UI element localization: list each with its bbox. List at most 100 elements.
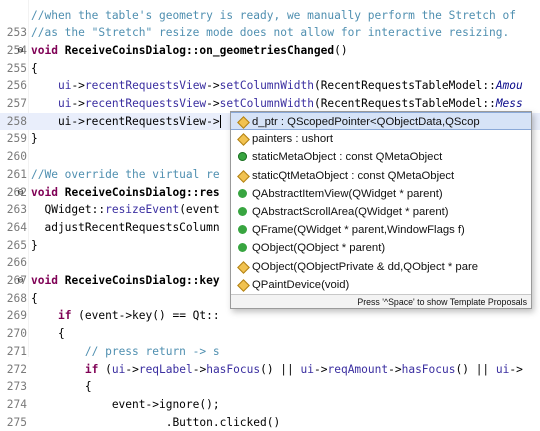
code-token: -> [509, 362, 523, 376]
code-token: reqAmount [327, 362, 389, 376]
completion-item[interactable]: QPaintDevice(void) [231, 276, 531, 294]
code-token: event->ignore(); [31, 397, 220, 411]
line-number: 256 [6, 79, 27, 93]
code-line[interactable]: 272 if (ui->reqLabel->hasFocus() || ui->… [0, 361, 540, 379]
completion-item[interactable]: QAbstractItemView(QWidget * parent) [231, 185, 531, 203]
code-line[interactable]: //when the table's geometry is ready, we… [0, 7, 540, 25]
code-text[interactable]: if (ui->reqLabel->hasFocus() || ui->reqA… [31, 361, 523, 379]
code-text[interactable]: ui->recentRequestsView-> [31, 113, 221, 131]
code-text[interactable]: adjustRecentRequestsColumn [31, 219, 219, 237]
code-text[interactable]: } [31, 130, 38, 148]
line-number: 268 [6, 291, 27, 305]
line-number: 264 [6, 220, 27, 234]
static-public-member-icon [238, 152, 247, 162]
completion-item[interactable]: staticQtMetaObject : const QMetaObject [231, 167, 531, 185]
line-number: 269 [6, 309, 27, 323]
code-token: ( [98, 362, 112, 376]
public-method-icon [238, 207, 247, 216]
code-token: { [31, 61, 38, 75]
public-method-icon [238, 243, 247, 253]
line-number: 271 [6, 344, 27, 358]
code-token: Amou [495, 79, 523, 93]
code-completion-popup[interactable]: d_ptr : QScopedPointer<QObjectData,QScop… [230, 111, 532, 309]
completion-item-label: staticQtMetaObject : const QMetaObject [252, 169, 455, 182]
completion-item[interactable]: d_ptr : QScopedPointer<QObjectData,QScop [231, 112, 531, 131]
line-number: 272 [6, 362, 27, 376]
completion-footer-hint: Press '^Space' to show Template Proposal… [231, 294, 531, 308]
completion-item[interactable]: QAbstractScrollArea(QWidget * parent) [231, 203, 531, 221]
line-number: 257 [6, 97, 27, 110]
protected-member-icon [237, 133, 250, 147]
line-number: 273 [6, 380, 27, 394]
completion-item[interactable]: QObject(QObjectPrivate & dd,QObject * pa… [231, 258, 531, 276]
code-line[interactable]: 256 ui->recentRequestsView->setColumnWid… [0, 77, 540, 95]
code-token: Mess [495, 97, 523, 110]
code-line[interactable]: 270 { [0, 325, 540, 343]
code-token: //when the table's geometry is ready, we… [31, 8, 516, 22]
code-line[interactable]: 255 { [0, 60, 540, 78]
code-token: resizeEvent [105, 203, 180, 217]
code-text[interactable]: } [31, 237, 38, 255]
code-token: -> [71, 97, 85, 110]
code-text[interactable]: //as the "Stretch" resize mode does not … [31, 24, 509, 42]
code-text[interactable]: ui->recentRequestsView->setColumnWidth(R… [31, 77, 523, 95]
code-token: () || [455, 362, 496, 376]
code-token: -> [125, 362, 139, 376]
code-token: if [57, 309, 72, 323]
code-text[interactable]: { [31, 378, 92, 396]
code-token: } [31, 238, 38, 252]
code-text[interactable]: { [31, 60, 38, 78]
code-text[interactable]: // press return -> s [31, 343, 220, 361]
code-text[interactable]: void ReceiveCoinsDialog::key [31, 272, 220, 290]
code-line[interactable]: 271 // press return -> s [0, 343, 540, 361]
code-text[interactable]: .Button.clicked() [31, 414, 281, 431]
line-number: 266 [6, 256, 27, 270]
line-number: 275 [6, 415, 27, 429]
code-line[interactable]: 269 if (event->key() == Qt:: [0, 307, 540, 325]
protected-member-icon [237, 278, 250, 292]
code-token: ui [57, 79, 72, 93]
code-token: void [31, 43, 58, 57]
code-text[interactable]: event->ignore(); [31, 396, 220, 414]
code-token: void [31, 274, 58, 287]
code-token: ui [57, 97, 72, 110]
code-line[interactable]: 274 event->ignore(); [0, 396, 540, 414]
line-number: 255 [6, 61, 27, 75]
code-text[interactable]: { [31, 290, 38, 308]
completion-item[interactable]: staticMetaObject : const QMetaObject [231, 148, 531, 166]
code-token: ui [495, 362, 510, 376]
fold-toggle-icon[interactable]: ⊖ [16, 272, 25, 290]
code-text[interactable]: void ReceiveCoinsDialog::res [31, 184, 220, 202]
code-line[interactable]: 275 .Button.clicked() [0, 414, 540, 431]
code-token: setColumnWidth [219, 97, 314, 110]
fold-toggle-icon[interactable]: ⊖ [16, 42, 25, 60]
code-token: hasFocus [401, 362, 456, 376]
line-number: 260 [6, 150, 27, 164]
completion-item[interactable]: painters : ushort [231, 130, 531, 148]
code-line[interactable]: 254 void ReceiveCoinsDialog::on_geometrie… [0, 42, 540, 60]
line-number: 274 [6, 397, 27, 411]
code-line[interactable]: 273 { [0, 378, 540, 396]
line-number: 258 [6, 114, 27, 128]
code-text[interactable]: void ReceiveCoinsDialog::on_geometriesCh… [31, 42, 348, 60]
code-text[interactable]: if (event->key() == Qt:: [31, 307, 220, 325]
completion-item-label: QPaintDevice(void) [252, 278, 350, 291]
code-text[interactable]: //when the table's geometry is ready, we… [31, 7, 516, 25]
code-token: ReceiveCoinsDialog::on_geometriesChanged [64, 43, 335, 57]
code-token: -> [71, 79, 85, 93]
fold-toggle-icon[interactable]: ⊖ [16, 184, 25, 202]
code-text[interactable]: QWidget::resizeEvent(event [31, 201, 219, 219]
completion-item[interactable]: QFrame(QWidget * parent,WindowFlags f) [231, 221, 531, 239]
code-token: .Button.clicked() [31, 415, 281, 429]
code-token: reqLabel [138, 362, 193, 376]
code-text[interactable]: { [31, 325, 65, 343]
code-line[interactable]: 253 //as the "Stretch" resize mode does n… [0, 24, 540, 42]
line-number: 270 [6, 327, 27, 341]
code-token: QWidget:: [31, 203, 106, 217]
code-token: if [84, 362, 99, 376]
completion-item[interactable]: QObject(QObject * parent) [231, 239, 531, 257]
completion-item-label: QObject(QObject * parent) [252, 242, 386, 255]
